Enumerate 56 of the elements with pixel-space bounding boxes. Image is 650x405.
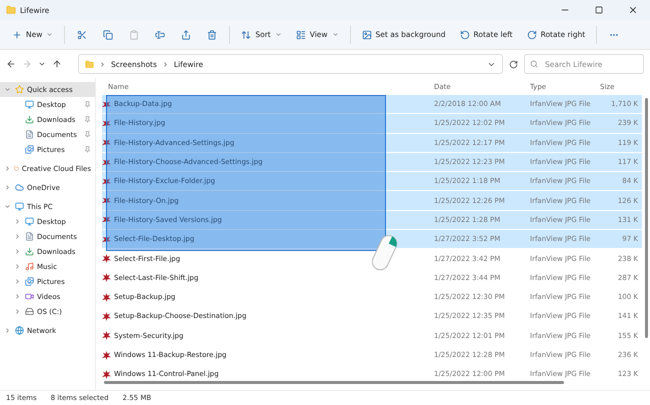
- network-icon: [15, 326, 24, 335]
- irfanview-file-icon: [102, 118, 111, 128]
- monitor-icon: [25, 100, 34, 109]
- document-icon: [25, 130, 34, 139]
- rotate-left-icon: [460, 30, 470, 40]
- up-button[interactable]: [52, 59, 62, 69]
- plus-icon: [12, 30, 22, 40]
- irfanview-file-icon: [102, 312, 111, 321]
- search-icon: [530, 60, 538, 68]
- folder-icon: [6, 5, 16, 15]
- clipboard-icon: [129, 30, 140, 40]
- sort-icon: [241, 30, 252, 40]
- irfanview-file-icon: [102, 234, 111, 244]
- irfanview-file-icon: [102, 292, 111, 302]
- star-icon: [15, 85, 24, 94]
- irfanview-file-icon: [102, 138, 111, 148]
- scissors-icon: [77, 30, 88, 40]
- irfanview-file-icon: [102, 158, 111, 167]
- folder-icon: [14, 164, 19, 173]
- computer-icon: [15, 202, 24, 211]
- irfanview-file-icon: [102, 331, 111, 340]
- video-icon: [25, 292, 34, 301]
- copy-icon: [103, 30, 114, 40]
- vertical-scrollbar[interactable]: [645, 98, 648, 338]
- folder-icon: [85, 60, 94, 68]
- horizontal-scrollbar[interactable]: [104, 381, 564, 384]
- cloud-icon: [15, 183, 24, 192]
- document-icon: [25, 232, 34, 241]
- irfanview-file-icon: [102, 196, 111, 206]
- drive-icon: [25, 307, 34, 316]
- irfanview-file-icon: [102, 176, 111, 186]
- chevron-right-icon: [162, 60, 169, 68]
- maximize-icon[interactable]: [595, 6, 603, 14]
- pictures-icon: [25, 145, 34, 154]
- close-icon[interactable]: [628, 5, 638, 15]
- music-icon: [25, 262, 34, 271]
- irfanview-file-icon: [102, 254, 111, 264]
- pictures-icon: [25, 277, 34, 286]
- chevron-right-icon: [99, 60, 106, 68]
- irfanview-file-icon: [102, 350, 111, 360]
- refresh-button[interactable]: [509, 60, 518, 68]
- rename-icon: [155, 30, 166, 40]
- view-icon: [296, 30, 306, 40]
- download-icon: [25, 247, 34, 256]
- image-icon: [362, 30, 372, 40]
- irfanview-file-icon: [102, 273, 111, 282]
- trash-icon: [207, 30, 218, 40]
- rotate-right-icon: [526, 30, 537, 40]
- irfanview-file-icon: [102, 215, 111, 224]
- share-icon: [181, 30, 192, 40]
- recent-button[interactable]: [38, 60, 46, 68]
- download-icon: [25, 115, 34, 124]
- irfanview-file-icon: [102, 370, 111, 379]
- monitor-icon: [25, 217, 34, 226]
- irfanview-file-icon: [102, 100, 111, 109]
- back-button[interactable]: [6, 59, 16, 69]
